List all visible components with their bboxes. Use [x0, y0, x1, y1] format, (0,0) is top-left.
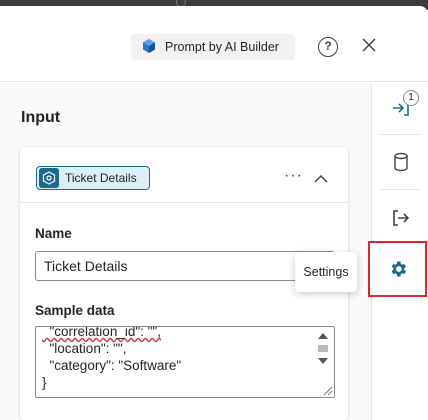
settings-gear-icon	[391, 261, 406, 277]
section-title: Input	[21, 109, 61, 126]
inputs-count-badge: 1	[403, 90, 419, 106]
collapse-button[interactable]	[314, 171, 328, 183]
input-type-icon	[39, 168, 59, 188]
right-rail: 1	[368, 83, 428, 420]
resize-grip-icon[interactable]	[319, 382, 333, 396]
sample-data-textarea[interactable]: "correlation_id": "", "location": "", "c…	[35, 326, 335, 398]
sample-line-1: "correlation_id": "",	[42, 326, 161, 339]
output-arrow-icon	[392, 210, 409, 226]
scroll-up-arrow-icon[interactable]	[318, 333, 328, 339]
rail-divider	[380, 189, 420, 190]
side-panel: Prompt by AI Builder ? Input Ticket Deta…	[0, 6, 428, 420]
sample-data-label: Sample data	[35, 303, 115, 318]
name-label: Name	[35, 226, 72, 241]
close-button[interactable]	[360, 36, 378, 54]
more-options-button[interactable]: ···	[284, 167, 303, 185]
scroll-thumb[interactable]	[318, 345, 328, 352]
name-input[interactable]	[35, 251, 335, 281]
rail-item-output[interactable]	[372, 193, 428, 243]
sample-line-2: "location": "",	[42, 341, 127, 356]
database-icon	[393, 152, 408, 172]
prompt-source-label: Prompt by AI Builder	[165, 40, 279, 54]
rail-item-inputs[interactable]: 1	[372, 83, 428, 133]
prompt-source-chip[interactable]: Prompt by AI Builder	[131, 34, 295, 60]
panel-header: Prompt by AI Builder ?	[0, 6, 428, 82]
ticket-details-tag[interactable]: Ticket Details	[36, 166, 150, 190]
sample-data-text: "correlation_id": "", "location": "", "c…	[42, 326, 182, 391]
ticket-details-tag-label: Ticket Details	[65, 171, 137, 185]
chevron-up-icon	[314, 174, 328, 183]
settings-tooltip: Settings	[295, 252, 357, 292]
rail-item-settings[interactable]	[368, 241, 427, 297]
sample-line-4: }	[42, 375, 47, 390]
help-button[interactable]: ?	[318, 37, 338, 57]
sample-line-3: "category": "Software"	[42, 358, 182, 373]
scroll-down-arrow-icon[interactable]	[318, 358, 328, 364]
rail-item-knowledge[interactable]	[372, 137, 428, 187]
close-icon	[362, 38, 376, 52]
ai-builder-icon	[141, 38, 157, 57]
input-card-header: Ticket Details ···	[20, 147, 348, 203]
rail-divider	[380, 134, 420, 135]
